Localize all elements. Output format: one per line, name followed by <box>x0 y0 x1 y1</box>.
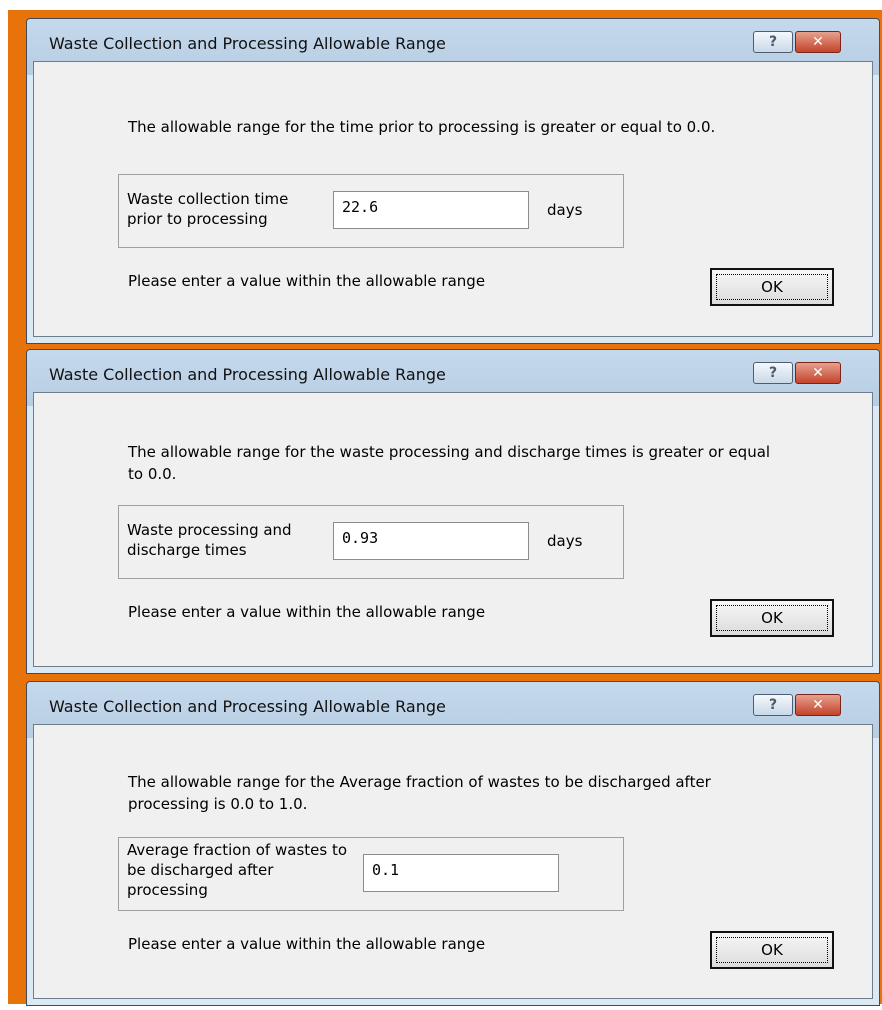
range-message: The allowable range for the waste proces… <box>128 443 771 483</box>
dialog-title: Waste Collection and Processing Allowabl… <box>49 697 446 716</box>
focus-rectangle <box>716 605 828 631</box>
ok-button[interactable]: OK <box>710 931 834 969</box>
close-icon: ✕ <box>812 34 824 50</box>
close-button[interactable]: ✕ <box>795 694 841 716</box>
range-dialog-collection-time: Waste Collection and Processing Allowabl… <box>26 18 880 344</box>
range-dialog-processing-times: Waste Collection and Processing Allowabl… <box>26 349 880 674</box>
dialog-body: The allowable range for the time prior t… <box>33 61 873 337</box>
help-icon: ? <box>768 697 778 713</box>
hint-text: Please enter a value within the allowabl… <box>128 272 486 290</box>
field-label: Average fraction of wastes to be dischar… <box>127 841 348 899</box>
units-label: days <box>547 532 583 550</box>
value-groupbox: Waste processing and discharge times 0.9… <box>118 505 624 579</box>
close-button[interactable]: ✕ <box>795 31 841 53</box>
range-message: The allowable range for the time prior t… <box>128 118 716 136</box>
help-icon: ? <box>768 34 778 50</box>
value-groupbox: Average fraction of wastes to be dischar… <box>118 837 624 911</box>
close-icon: ✕ <box>812 697 824 713</box>
discharge-fraction-input[interactable]: 0.1 <box>363 854 559 892</box>
field-label: Waste processing and discharge times <box>127 521 292 559</box>
ok-button[interactable]: OK <box>710 268 834 306</box>
focus-rectangle <box>716 274 828 300</box>
field-label: Waste collection time prior to processin… <box>127 190 289 228</box>
collection-time-input[interactable]: 22.6 <box>333 191 529 229</box>
close-button[interactable]: ✕ <box>795 362 841 384</box>
close-icon: ✕ <box>812 365 824 381</box>
processing-times-input[interactable]: 0.93 <box>333 522 529 560</box>
help-button[interactable]: ? <box>753 31 793 53</box>
help-button[interactable]: ? <box>753 694 793 716</box>
dialog-body: The allowable range for the waste proces… <box>33 392 873 667</box>
value-groupbox: Waste collection time prior to processin… <box>118 174 624 248</box>
hint-text: Please enter a value within the allowabl… <box>128 935 486 953</box>
dialog-title: Waste Collection and Processing Allowabl… <box>49 34 446 53</box>
ok-button[interactable]: OK <box>710 599 834 637</box>
range-message: The allowable range for the Average frac… <box>128 773 711 813</box>
help-icon: ? <box>768 365 778 381</box>
units-label: days <box>547 201 583 219</box>
help-button[interactable]: ? <box>753 362 793 384</box>
dialog-body: The allowable range for the Average frac… <box>33 724 873 999</box>
range-dialog-discharge-fraction: Waste Collection and Processing Allowabl… <box>26 681 880 1006</box>
focus-rectangle <box>716 937 828 963</box>
hint-text: Please enter a value within the allowabl… <box>128 603 486 621</box>
dialog-title: Waste Collection and Processing Allowabl… <box>49 365 446 384</box>
